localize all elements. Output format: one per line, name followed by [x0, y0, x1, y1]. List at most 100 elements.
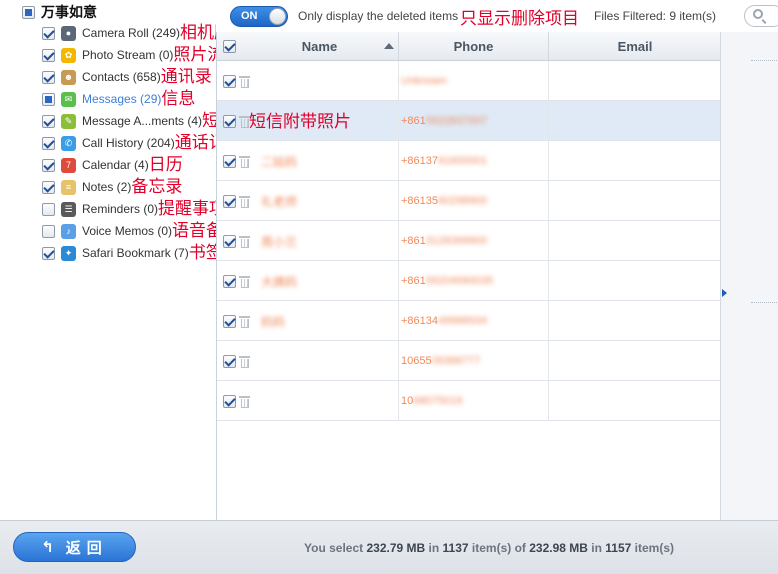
phone-cell: +8613449988934 — [399, 301, 549, 341]
deleted-only-toggle[interactable]: ON — [230, 6, 288, 27]
detail-panel — [720, 32, 778, 520]
name-cell: 大姨妈 — [259, 261, 399, 301]
contacts-icon: ☻ — [61, 69, 76, 85]
table-row[interactable]: 妈妈 +8613449988934 — [217, 301, 721, 341]
row-select-cell — [217, 341, 265, 381]
row-select-cell — [217, 181, 265, 221]
deleted-trash-icon — [239, 195, 250, 208]
email-cell — [549, 181, 721, 221]
root-checkbox[interactable] — [22, 5, 35, 19]
call-history-icon: ✆ — [61, 135, 76, 151]
phone-cell: 1068075019 — [399, 381, 549, 421]
contact-name: 妈妈 — [261, 314, 286, 329]
phone-prefix: +861 — [401, 275, 426, 287]
column-header-email[interactable]: Email — [549, 32, 721, 61]
row-checkbox[interactable] — [223, 274, 236, 288]
phone-cell: +86159204990035 — [399, 261, 549, 301]
deleted-trash-icon — [239, 395, 250, 408]
row-checkbox[interactable] — [223, 234, 236, 248]
photo-stream-icon: ✿ — [61, 47, 76, 63]
calendar-checkbox[interactable] — [42, 158, 55, 172]
safari-bookmark-icon: ✦ — [61, 245, 76, 261]
sidebar-item-label: Calendar (4) — [82, 158, 149, 172]
phone-redacted: 5922837007 — [425, 115, 487, 127]
deleted-trash-icon — [239, 275, 250, 288]
table-row[interactable]: 礼老师 +8613560298900 — [217, 181, 721, 221]
header-select-all[interactable] — [217, 32, 241, 61]
message-attachments-icon: ✎ — [61, 113, 76, 129]
camera-roll-checkbox[interactable] — [42, 26, 55, 40]
row-checkbox[interactable] — [223, 314, 236, 328]
name-cell — [259, 341, 399, 381]
voice-memos-icon: ♪ — [61, 223, 76, 239]
messages-checkbox[interactable] — [42, 92, 55, 106]
table-row[interactable]: 1068075019 — [217, 381, 721, 421]
filter-toolbar: ON Only display the deleted items 只显示删除项… — [216, 0, 778, 32]
email-cell — [549, 61, 721, 101]
toggle-knob[interactable] — [269, 8, 286, 25]
phone-cell: Unknown — [399, 61, 549, 101]
call-history-checkbox[interactable] — [42, 136, 55, 150]
reminders-checkbox[interactable] — [42, 202, 55, 216]
category-annotation: 日历 — [148, 155, 183, 175]
phone-cell: +8613128399900 — [399, 221, 549, 261]
row-checkbox[interactable] — [223, 114, 236, 128]
selection-status: You select 232.79 MB in 1137 item(s) of … — [304, 541, 674, 555]
row-select-cell — [217, 301, 265, 341]
column-header-name[interactable]: Name — [241, 32, 399, 61]
column-header-phone[interactable]: Phone — [399, 32, 549, 61]
sort-ascending-icon — [384, 43, 394, 49]
voice-memos-checkbox[interactable] — [42, 224, 55, 238]
root-device-row[interactable]: 万事如意 — [22, 2, 97, 22]
toggle-annotation: 只显示删除项目 — [460, 9, 579, 29]
table-row[interactable]: 1065509386777 — [217, 341, 721, 381]
table-header: Name Phone Email — [217, 32, 721, 61]
select-all-checkbox[interactable] — [223, 40, 236, 53]
row-select-cell — [217, 261, 265, 301]
expand-panel-icon[interactable] — [722, 289, 727, 297]
back-button-label: 返回 — [65, 539, 108, 557]
sidebar-item-label: Notes (2) — [82, 180, 132, 194]
row-checkbox[interactable] — [223, 194, 236, 208]
column-phone-label: Phone — [453, 39, 494, 54]
phone-cell: +8613560298900 — [399, 181, 549, 221]
row-checkbox[interactable] — [223, 354, 236, 368]
table-row[interactable]: 短信附带照片 +8615922837007 — [217, 101, 721, 141]
deleted-trash-icon — [239, 75, 250, 88]
message-attachments-checkbox[interactable] — [42, 114, 55, 128]
row-select-cell — [217, 381, 265, 421]
sidebar-item-label: Messages (29) — [82, 92, 162, 106]
table-row[interactable]: 大姨妈 +86159204990035 — [217, 261, 721, 301]
table-row[interactable]: Unknown — [217, 61, 721, 101]
camera-roll-icon: ● — [61, 25, 76, 41]
phone-number: Unknown — [401, 75, 447, 87]
phone-prefix: +86135 — [401, 195, 439, 207]
name-cell: 周小兰 — [259, 221, 399, 261]
phone-redacted: 3128399900 — [425, 235, 487, 247]
contact-name: 礼老师 — [261, 194, 298, 209]
category-annotation: 通讯录 — [160, 67, 212, 87]
deleted-trash-icon — [239, 235, 250, 248]
table-row[interactable]: 二姑妈 +8613791600001 — [217, 141, 721, 181]
phone-number: 1068075019 — [401, 395, 462, 407]
search-input[interactable] — [744, 5, 778, 27]
safari-bookmark-checkbox[interactable] — [42, 246, 55, 260]
email-cell — [549, 301, 721, 341]
search-icon — [753, 9, 763, 19]
deleted-trash-icon — [239, 355, 250, 368]
row-checkbox[interactable] — [223, 74, 236, 88]
contacts-checkbox[interactable] — [42, 70, 55, 84]
email-cell — [549, 141, 721, 181]
email-cell — [549, 261, 721, 301]
row-checkbox[interactable] — [223, 394, 236, 408]
phone-number: 1065509386777 — [401, 355, 481, 367]
status-in: in — [425, 541, 443, 555]
table-row[interactable]: 周小兰 +8613128399900 — [217, 221, 721, 261]
row-checkbox[interactable] — [223, 154, 236, 168]
name-cell — [259, 381, 399, 421]
phone-redacted: 68075019 — [413, 395, 463, 407]
status-bar: ↰ 返回 You select 232.79 MB in 1137 item(s… — [0, 520, 778, 574]
back-button[interactable]: ↰ 返回 — [13, 532, 136, 562]
notes-checkbox[interactable] — [42, 180, 55, 194]
photo-stream-checkbox[interactable] — [42, 48, 55, 62]
